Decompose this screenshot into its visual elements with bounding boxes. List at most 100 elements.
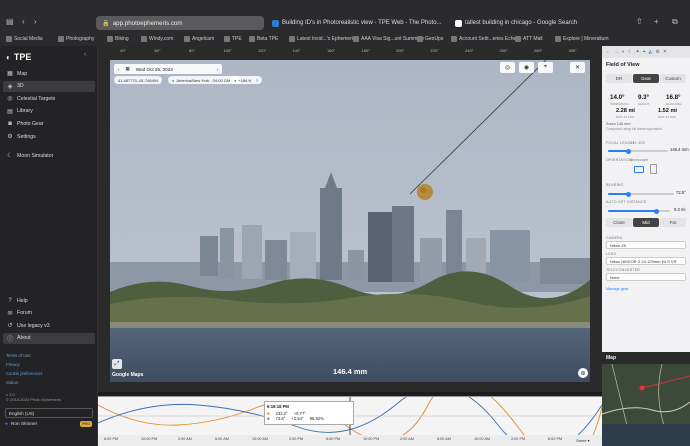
browser-tab[interactable]: tallest building in chicago - Google Sea… [455,16,605,30]
bookmark-item[interactable]: Photography [58,36,94,42]
collapse-sidebar-icon[interactable]: ‹ [84,52,86,58]
slider-knob[interactable] [626,148,631,154]
bookmark-item[interactable]: AAA Visa Sig...unt Summary [353,36,424,42]
timeline-tick-label: 6:00 AM [437,437,451,441]
timeline-tick-label: 6:00 PM [326,437,341,441]
pin-button[interactable]: ⌖ [538,62,553,73]
panel-tool-icon[interactable]: ⚙ [655,49,659,55]
sidebar-item-use-legacy-v3[interactable]: ↺ Use legacy v3 [3,320,95,331]
sidebar-item-3d[interactable]: ◈ 3D [3,80,95,92]
distance-slider[interactable] [608,208,670,214]
teleconverter-label: Teleconverter [606,268,641,272]
bookmark-item[interactable]: GeoUps [417,36,443,42]
help-icon[interactable]: ? [256,78,258,83]
lens-select[interactable]: Nikon NIKKOR Z 24-120mm f/4 S VR [606,257,686,265]
close-view-button[interactable]: ✕ [570,62,585,73]
teleconverter-select[interactable]: None [606,273,686,281]
sidebar-item-label: Map [17,70,28,77]
eye-icon: ◉ [523,65,530,71]
browser-chrome: ▤ ‹ › 🔒 app.photoephemeris.com Building … [0,0,690,46]
back-icon[interactable]: ‹ [22,17,25,26]
forward-icon[interactable]: › [34,17,37,26]
bookmark-item[interactable]: Biking [107,36,129,42]
seg-custom[interactable]: Custom [660,74,686,83]
zoom-select[interactable]: Same ▾ [576,438,590,443]
camera-select[interactable]: Nikon Z9 [606,241,686,249]
fov-tool-icon[interactable]: ◭ [649,49,653,55]
seg-close[interactable]: Close [606,218,632,227]
footer-link[interactable]: Status [6,380,18,385]
sidebar-item-library[interactable]: ▤ Library [3,106,95,117]
sidebar-item-map[interactable]: ▦ Map [3,68,95,79]
sidebar-item-photo-gear[interactable]: ◙ Photo Gear [3,118,95,129]
fov-angle-value: 9.3° [638,94,650,101]
timeline-tick-label: 2:00 PM [511,437,526,441]
bookmark-label: Beta TPE [257,36,279,42]
sidebar-item-help[interactable]: ? Help [3,295,95,306]
footer-link[interactable]: Privacy [6,362,20,367]
app-logo[interactable]: ◐ TPE [6,52,31,62]
elevation-chip[interactable]: ● +184 ft? [230,76,262,84]
ruler-tick-label: 200° [396,48,405,53]
bookmark-item[interactable]: Account Setti...eries Echeck [451,36,521,42]
expand-button[interactable]: ⤢ [112,359,122,369]
panel-close-icon[interactable]: ✕ [663,49,667,55]
visibility-button[interactable]: ◉ [519,62,534,73]
new-tab-icon[interactable]: + [654,17,659,26]
photorealistic-3d-view[interactable]: ‹ ▦ Wed Oct 25, 2023 › [110,60,590,382]
sidebar-item-label: Use legacy v3 [17,322,50,329]
language-select[interactable]: English (US) [5,408,93,418]
sidebar-item-about[interactable]: ⓘ About [3,332,95,344]
timeline[interactable]: 6:19:18 PM ■ 232.2° +0.77° ■ 74.6° +2.54° 95.… [98,396,602,446]
sidebar-item-label: Photo Gear [17,120,44,127]
bookmark-item[interactable]: Windy.com [141,36,173,42]
sidebar-item-moon-simulator[interactable]: ☾ Moon Simulator [3,150,95,161]
address-bar[interactable]: 🔒 app.photoephemeris.com [96,16,264,30]
footer-link[interactable]: Terms of Use [6,353,31,358]
seg-far[interactable]: Far [660,218,686,227]
panel-tool-icon[interactable]: ⌖ [643,49,646,55]
bearing-slider[interactable] [608,191,674,197]
seg-mid[interactable]: Mid [633,218,659,227]
prev-day-icon[interactable]: ‹ [118,67,120,72]
location-chip[interactable]: 41.487770,-81.748494 [114,76,163,84]
user-account[interactable]: ● Ron Skinner [5,422,37,427]
forward-arrow-icon[interactable]: → [614,49,619,55]
tab-overview-icon[interactable]: ⧉ [672,17,678,27]
date-picker[interactable]: ‹ ▦ Wed Oct 25, 2023 › [114,64,222,74]
compass-button[interactable]: ⊕ [578,368,588,378]
panel-tool-icon[interactable]: ✦ [636,49,640,55]
back-arrow-icon[interactable]: ← [606,49,611,55]
sidebar-toggle-icon[interactable]: ▤ [6,17,14,26]
bookmark-item[interactable]: Explore | Mineralium [555,36,608,42]
bookmark-item[interactable]: Social Media [6,36,43,42]
sidebar-item-label: Library [17,108,33,115]
slider-knob[interactable] [654,208,659,214]
sidebar-item-label: Settings [17,133,36,140]
date-text: Wed Oct 25, 2023 [135,66,173,72]
manage-gear-link[interactable]: Manage gear [606,287,628,291]
panel-tool-icon[interactable]: ◐ [622,49,625,55]
bookmark-item[interactable]: ATT Mail [515,36,543,42]
share-icon[interactable]: ⇧ [636,17,643,26]
sidebar-item-celestial-targets[interactable]: ◎ Celestial Targets [3,93,95,104]
next-day-icon[interactable]: › [216,67,218,72]
sidebar-item-forum[interactable]: ✉ Forum [3,308,95,319]
bookmark-item[interactable]: Beta TPE [249,36,278,42]
bookmark-item[interactable]: Angelcam [184,36,214,42]
seg-dr[interactable]: DR [606,74,632,83]
slider-knob[interactable] [626,191,631,197]
landscape-toggle[interactable] [634,166,644,173]
sidebar-item-settings[interactable]: ⚙ Settings [3,131,95,142]
layers-button[interactable]: ◎ [500,62,515,73]
map-icon: ▦ [7,71,13,77]
bookmark-item[interactable]: Latest Insid...'s Ephemeris [289,36,355,42]
portrait-toggle[interactable] [650,164,657,174]
footer-link[interactable]: Cookie preferences [6,371,42,376]
browser-tab[interactable]: Building ID's in Photorealistic view - T… [272,16,448,30]
map-panel[interactable]: Map [602,352,690,446]
panel-tool-icon[interactable]: ☾ [628,49,632,55]
seg-gear[interactable]: Gear [633,74,659,83]
focal-length-slider[interactable] [608,148,668,154]
bookmark-item[interactable]: TPE [224,36,242,42]
